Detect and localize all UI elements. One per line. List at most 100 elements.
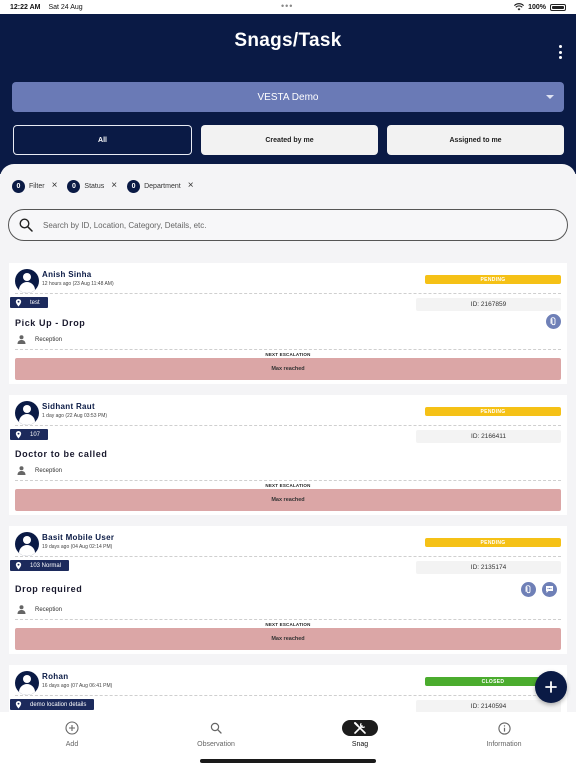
person-icon — [17, 466, 26, 475]
chevron-down-icon — [546, 95, 554, 99]
location-label: demo location details — [30, 701, 87, 708]
add-snag-button[interactable] — [535, 671, 567, 703]
department-chip[interactable]: 0 Department × — [127, 179, 194, 193]
snag-id: ID: 2167859 — [416, 298, 561, 311]
status-badge: PENDING — [425, 407, 561, 416]
status-bar-left: 12:22 AM Sat 24 Aug — [10, 4, 89, 11]
nav-add[interactable]: Add — [0, 712, 144, 768]
nav-snag-label: Snag — [351, 741, 369, 748]
status-time: 12:22 AM — [10, 3, 41, 11]
site-dropdown-value: VESTA Demo — [257, 91, 319, 103]
avatar — [15, 401, 39, 425]
escalation-bar: Max reached — [15, 628, 561, 650]
reporter-name: Sidhant Raut — [42, 402, 95, 411]
snag-card[interactable]: Anish Sinha 12 hours ago (23 Aug 11:48 A… — [9, 263, 567, 384]
attachment-button[interactable] — [521, 582, 536, 597]
add-circle-icon — [64, 720, 80, 736]
close-icon[interactable]: × — [111, 181, 117, 191]
nav-information-label: Information — [486, 741, 522, 748]
tab-all[interactable]: All — [13, 125, 192, 155]
department-row: Reception — [17, 335, 62, 344]
wifi-icon — [514, 3, 525, 11]
nav-add-label: Add — [65, 741, 79, 748]
close-icon[interactable]: × — [52, 181, 58, 191]
snag-card[interactable]: Rohan 16 days ago (07 Aug 06:41 PM) CLOS… — [9, 665, 567, 712]
reporter-name: Rohan — [42, 672, 69, 681]
status-badge: PENDING — [425, 538, 561, 547]
filter-label: Filter — [29, 182, 45, 190]
reporter-name: Anish Sinha — [42, 270, 92, 279]
divider — [15, 695, 561, 696]
department-count: 0 — [127, 179, 141, 193]
home-indicator[interactable] — [200, 759, 376, 763]
location-pin-icon — [15, 298, 22, 307]
status-chip[interactable]: 0 Status × — [67, 179, 117, 193]
location-pin-icon — [15, 561, 22, 570]
divider — [15, 293, 561, 294]
divider — [15, 425, 561, 426]
avatar — [15, 532, 39, 556]
status-bar: 12:22 AM Sat 24 Aug ••• 100% — [0, 0, 576, 14]
attachment-button[interactable] — [546, 314, 561, 329]
snag-id: ID: 2140594 — [416, 700, 561, 712]
comment-icon — [546, 586, 553, 593]
location-tag: 103 Normal — [10, 560, 70, 571]
attachment-icon — [550, 317, 556, 326]
reporter-name: Basit Mobile User — [42, 533, 115, 542]
close-icon[interactable]: × — [188, 181, 194, 191]
site-dropdown[interactable]: VESTA Demo — [12, 82, 564, 112]
snag-title: Pick Up - Drop — [15, 318, 86, 328]
battery-icon — [550, 3, 566, 11]
search-input[interactable] — [43, 220, 523, 230]
search-bar[interactable] — [8, 209, 568, 241]
snag-id: ID: 2166411 — [416, 430, 561, 443]
location-tag: demo location details — [10, 699, 95, 710]
snag-title: Drop required — [15, 584, 83, 594]
divider — [15, 619, 561, 620]
comments-button[interactable] — [542, 582, 557, 597]
next-escalation-label: NEXT ESCALATION — [265, 352, 311, 357]
snag-card[interactable]: Sidhant Raut 1 day ago (22 Aug 03:53 PM)… — [9, 395, 567, 515]
plus-icon — [545, 681, 557, 693]
status-bar-right: 100% — [514, 3, 566, 11]
reported-time: 16 days ago (07 Aug 06:41 PM) — [42, 683, 113, 689]
department-row: Reception — [17, 605, 62, 614]
page-title: Snags/Task — [234, 30, 342, 51]
next-escalation-label: NEXT ESCALATION — [265, 622, 311, 627]
attachment-icon — [525, 585, 531, 594]
battery-percent: 100% — [528, 3, 546, 11]
nav-information[interactable]: Information — [432, 712, 576, 768]
department-name: Reception — [35, 336, 63, 343]
location-tag: 107 — [10, 429, 49, 440]
filter-chips: 0 Filter × 0 Status × 0 Department × — [12, 179, 194, 193]
escalation-bar: Max reached — [15, 358, 561, 380]
location-label: test — [30, 299, 40, 306]
tab-bar: All Created by me Assigned to me — [13, 125, 564, 155]
snag-card[interactable]: Basit Mobile User 19 days ago (04 Aug 02… — [9, 526, 567, 654]
tab-assigned-to-me[interactable]: Assigned to me — [387, 125, 564, 155]
location-label: 103 Normal — [30, 562, 62, 569]
avatar — [15, 671, 39, 695]
tab-created-by-me[interactable]: Created by me — [201, 125, 378, 155]
status-count: 0 — [67, 179, 81, 193]
person-icon — [17, 335, 26, 344]
location-pin-icon — [15, 700, 22, 709]
status-badge: PENDING — [425, 275, 561, 284]
person-icon — [17, 605, 26, 614]
filter-chip[interactable]: 0 Filter × — [12, 179, 57, 193]
snag-id: ID: 2135174 — [416, 561, 561, 574]
reported-time: 12 hours ago (23 Aug 11:48 AM) — [42, 281, 114, 287]
department-name: Reception — [35, 606, 63, 613]
snag-title: Doctor to be called — [15, 449, 108, 459]
avatar — [15, 269, 39, 293]
filter-count: 0 — [12, 179, 25, 193]
status-label: Status — [84, 182, 105, 190]
location-tag: test — [10, 297, 48, 308]
next-escalation-label: NEXT ESCALATION — [265, 483, 311, 488]
divider — [15, 349, 561, 350]
search-icon — [208, 720, 224, 736]
more-options-icon[interactable] — [559, 45, 563, 59]
location-pin-icon — [15, 430, 22, 439]
multitasking-dots-icon[interactable]: ••• — [281, 1, 293, 11]
divider — [15, 556, 561, 557]
